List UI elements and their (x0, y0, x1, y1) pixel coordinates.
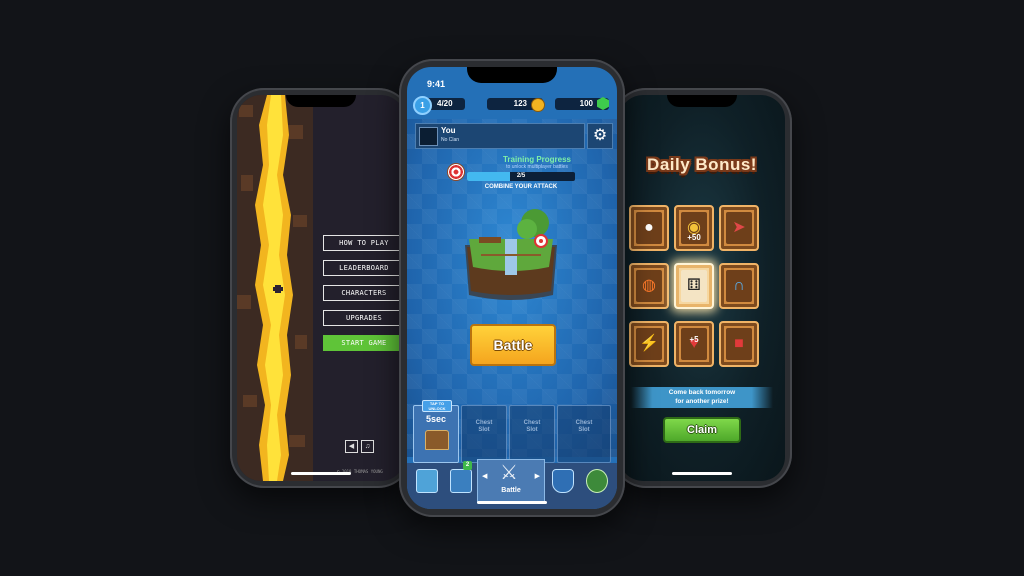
prize-heart-label: +5 (689, 335, 699, 344)
right-phone-screen: Daily Bonus! ● ◉ +50 ➤ ◍ ⚅ ∩ ⚡ ♥ +5 ■ Co… (619, 95, 785, 481)
phone-notch (467, 67, 557, 83)
gold-coin-icon (531, 98, 545, 112)
shop-icon (416, 469, 438, 493)
chest-slot-label: Chest (475, 420, 493, 426)
tap-to-unlock-tag: TAP TO UNLOCK (422, 400, 452, 412)
gem-count: 100 (579, 99, 593, 108)
chest-slot-empty[interactable]: Chest Slot (509, 405, 555, 463)
lava-stream-illustration (237, 95, 313, 481)
trophy-count: 4/20 (437, 99, 453, 108)
status-time: 9:41 (427, 79, 446, 89)
how-to-play-button[interactable]: HOW TO PLAY (323, 235, 405, 251)
anvil-icon: ⚡ (636, 328, 662, 360)
battle-button[interactable]: Battle (470, 324, 556, 366)
magnet-icon: ∩ (726, 270, 752, 302)
laurel-icon (586, 469, 608, 493)
center-phone: 9:41 1 4/20 123 100 You No Clan ⚙ Traini… (399, 59, 625, 517)
chest-icon (425, 430, 449, 450)
level-badge[interactable]: 1 (413, 96, 432, 115)
settings-gear-icon[interactable]: ⚙ (587, 123, 613, 149)
sound-icon[interactable]: ◀ (345, 440, 358, 453)
chest-slot-label: Slot (526, 427, 538, 433)
leaderboard-button[interactable]: LEADERBOARD (323, 260, 405, 276)
left-phone-screen: HOW TO PLAY LEADERBOARD CHARACTERS UPGRA… (237, 95, 405, 481)
right-phone: Daily Bonus! ● ◉ +50 ➤ ◍ ⚅ ∩ ⚡ ♥ +5 ■ Co… (612, 88, 792, 488)
chevron-left-icon: ◀ (482, 473, 488, 480)
prize-anvil[interactable]: ⚡ (629, 321, 669, 367)
chest-slot-label: Chest (575, 420, 593, 426)
clan-shield-icon (552, 469, 574, 493)
upgrades-button[interactable]: UPGRADES (323, 310, 405, 326)
crossed-swords-icon: ⚔ (500, 462, 518, 484)
tab-battle-label: Battle (501, 487, 521, 494)
training-subtitle: to unlock multiplayer battles (506, 164, 568, 170)
prize-heart[interactable]: ♥ +5 (674, 321, 714, 367)
home-indicator (477, 501, 547, 504)
rainbow-ball-icon: ◍ (636, 270, 662, 302)
boxing-glove-icon: ■ (726, 328, 752, 360)
tab-tournaments[interactable] (579, 463, 613, 501)
characters-button[interactable]: CHARACTERS (323, 285, 405, 301)
banner-line-2: for another prize! (675, 398, 729, 405)
gold-count: 123 (513, 99, 527, 108)
dice-icon: ⚅ (681, 270, 707, 302)
chevron-right-icon: ▶ (534, 473, 540, 480)
prize-coins[interactable]: ◉ +50 (674, 205, 714, 251)
chest-slot-empty[interactable]: Chest Slot (461, 405, 507, 463)
cards-icon (450, 469, 472, 493)
chest-slot-empty[interactable]: Chest Slot (557, 405, 611, 463)
phone-notch (286, 95, 356, 107)
left-phone: HOW TO PLAY LEADERBOARD CHARACTERS UPGRA… (230, 88, 412, 488)
start-game-button[interactable]: START GAME (323, 335, 405, 351)
prize-coins-label: +50 (687, 233, 701, 242)
training-caption: COMBINE YOUR ATTACK (484, 184, 558, 190)
tab-shop[interactable] (409, 463, 443, 501)
training-title: Training Progress (502, 155, 572, 164)
chest-slot-label: Slot (478, 427, 490, 433)
avatar (419, 127, 438, 146)
prize-boxing-glove[interactable]: ■ (719, 321, 759, 367)
music-icon[interactable]: ♫ (361, 440, 374, 453)
profile-bar[interactable]: You No Clan (415, 123, 585, 149)
tab-cards[interactable]: 2 (443, 461, 477, 501)
chest-slot-label: Chest (523, 420, 541, 426)
tab-battle[interactable]: ◀ ⚔ ▶ Battle (477, 459, 545, 503)
player-name: You (441, 126, 456, 135)
bomb-icon: ● (636, 212, 662, 244)
prize-magnet[interactable]: ∩ (719, 263, 759, 309)
home-indicator (291, 472, 351, 475)
center-phone-screen: 9:41 1 4/20 123 100 You No Clan ⚙ Traini… (407, 67, 617, 509)
training-progress-text: 2/5 (516, 173, 526, 179)
cards-badge: 2 (463, 461, 472, 470)
chest-slot-active[interactable]: TAP TO UNLOCK 5sec (413, 400, 459, 463)
prize-bomb[interactable]: ● (629, 205, 669, 251)
clan-name: No Clan (441, 137, 460, 143)
training-progress-bar: 2/5 (467, 172, 575, 181)
home-indicator (672, 472, 732, 475)
phone-notch (667, 95, 737, 107)
arena-illustration (465, 209, 557, 300)
target-icon (447, 163, 465, 181)
prize-arrow[interactable]: ➤ (719, 205, 759, 251)
chest-timer: 5sec (425, 414, 447, 424)
banner-line-1: Come back tomorrow (668, 389, 736, 396)
prize-rainbow-ball[interactable]: ◍ (629, 263, 669, 309)
come-back-banner: Come back tomorrow for another prize! (631, 387, 773, 408)
tab-clan[interactable] (545, 463, 579, 501)
claim-button[interactable]: Claim (663, 417, 741, 443)
arrow-icon: ➤ (726, 212, 752, 244)
chest-slot-label: Slot (578, 427, 590, 433)
daily-bonus-title: Daily Bonus! (647, 155, 757, 174)
prize-dice[interactable]: ⚅ (674, 263, 714, 309)
